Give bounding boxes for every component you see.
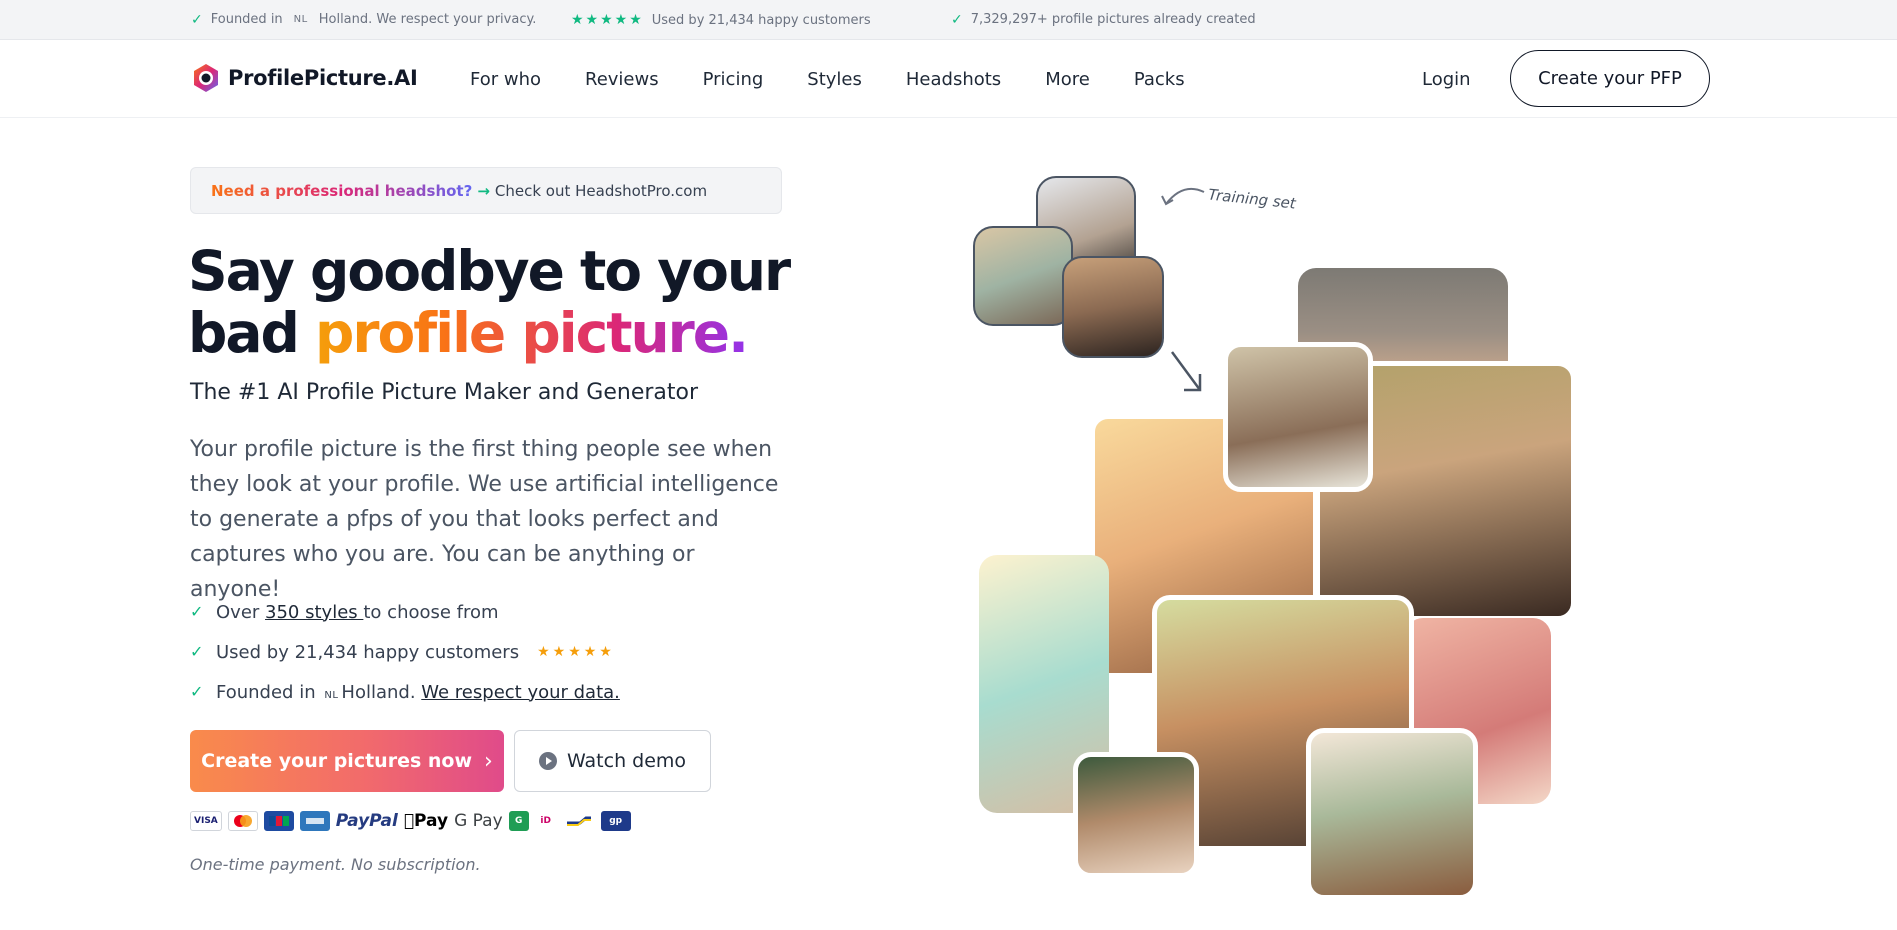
create-pfp-button[interactable]: Create your PFP — [1510, 50, 1710, 107]
feature-styles: ✓ Over 350 styles to choose from — [190, 601, 499, 623]
training-photo — [973, 226, 1073, 326]
check-icon: ✓ — [190, 602, 204, 621]
generated-portrait — [1073, 752, 1199, 878]
curved-arrow-icon — [1161, 188, 1205, 206]
jcb-card-icon — [263, 811, 294, 831]
google-pay-icon: G Pay — [443, 811, 503, 831]
training-photo — [1062, 256, 1164, 358]
nav-headshots[interactable]: Headshots — [906, 69, 1001, 90]
feature-founded: ✓ Founded in NL Holland. We respect your … — [190, 681, 620, 703]
arrow-right-icon: → — [477, 181, 490, 200]
bancontact-icon — [563, 811, 595, 831]
create-pictures-button[interactable]: Create your pictures now › — [190, 730, 504, 792]
feature-customers: ✓ Used by 21,434 happy customers ★★★★★ — [190, 641, 615, 663]
generated-portrait — [1223, 342, 1373, 492]
paypal-icon: PayPal — [335, 811, 398, 831]
logo-icon — [194, 64, 218, 92]
down-arrow-icon — [1170, 351, 1202, 392]
styles-link[interactable]: 350 styles — [265, 602, 363, 623]
announcement-bar: ✓ Founded in NL Holland. We respect your p… — [0, 0, 1897, 40]
hero-description: Your profile picture is the first thing … — [190, 437, 779, 602]
giropay-icon: gp — [600, 811, 631, 831]
check-icon: ✓ — [190, 682, 204, 701]
watch-demo-button[interactable]: Watch demo — [514, 730, 711, 792]
generated-portrait — [1306, 728, 1478, 900]
nl-flag-label: NL — [293, 14, 308, 25]
check-icon: ✓ — [951, 11, 963, 28]
nav-more[interactable]: More — [1045, 69, 1090, 90]
privacy-note: ✓ Founded in NL Holland. We respect your p… — [191, 11, 537, 28]
customers-note: ★★★★★ Used by 21,434 happy customers — [571, 12, 871, 28]
star-rating-icon: ★★★★★ — [537, 644, 615, 660]
check-icon: ✓ — [190, 642, 204, 661]
nav-packs[interactable]: Packs — [1134, 69, 1185, 90]
mastercard-icon — [227, 811, 258, 831]
nl-flag-label: NL — [324, 689, 339, 701]
site-header: ProfilePicture.AI For who Reviews Pricin… — [0, 40, 1897, 118]
training-set-label: Training set — [1207, 185, 1297, 213]
feature-list: ✓ Over 350 styles to choose from ✓ Used … — [190, 592, 620, 712]
nav-reviews[interactable]: Reviews — [585, 69, 659, 90]
nav-for-who[interactable]: For who — [470, 69, 541, 90]
payment-note: One-time payment. No subscription. — [190, 855, 481, 874]
play-icon — [538, 752, 557, 770]
hero-subtitle: The #1 AI Profile Picture Maker and Gene… — [190, 380, 699, 405]
payment-methods: VISA PayPal Pay G Pay G iD gp — [190, 810, 631, 832]
pictures-created-note: ✓ 7,329,297+ profile pictures already cr… — [951, 11, 1256, 28]
main-nav: For who Reviews Pricing Styles Headshots… — [470, 69, 1229, 90]
amex-card-icon — [299, 811, 330, 831]
chevron-right-icon: › — [484, 748, 493, 774]
apple-pay-icon: Pay — [403, 811, 448, 831]
check-icon: ✓ — [191, 11, 203, 28]
star-rating-icon: ★★★★★ — [571, 12, 644, 28]
nav-pricing[interactable]: Pricing — [703, 69, 764, 90]
login-link[interactable]: Login — [1422, 69, 1471, 90]
headshot-promo-banner[interactable]: Need a professional headshot? → Check ou… — [190, 167, 782, 214]
hero-title: Say goodbye to your bad profile picture. — [188, 239, 791, 365]
visa-icon: VISA — [190, 811, 222, 831]
brand-logo[interactable]: ProfilePicture.AI — [190, 62, 418, 94]
ideal-icon: iD — [530, 816, 551, 826]
privacy-link[interactable]: We respect your data. — [421, 682, 620, 703]
giropay-g-icon: G — [508, 811, 529, 831]
nav-styles[interactable]: Styles — [807, 69, 862, 90]
